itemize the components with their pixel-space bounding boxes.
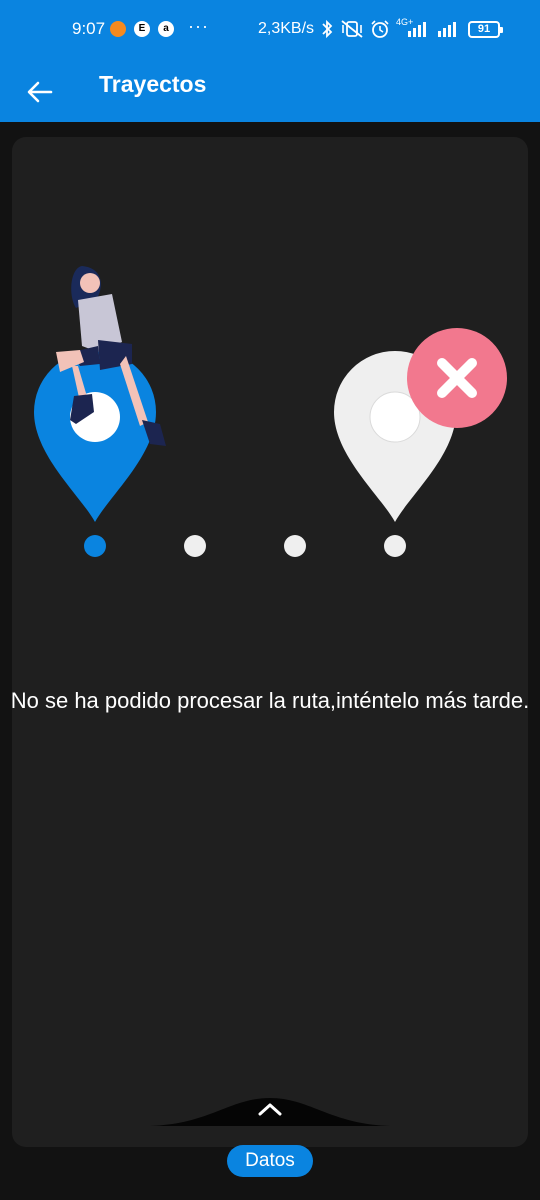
progress-dot <box>384 535 406 557</box>
progress-dot <box>184 535 206 557</box>
bottom-sheet-handle[interactable] <box>150 1094 390 1128</box>
error-message: No se ha podido procesar la ruta,inténte… <box>10 688 530 713</box>
route-error-illustration <box>34 266 507 557</box>
error-badge-icon <box>407 328 507 428</box>
datos-button[interactable]: Datos <box>227 1145 313 1177</box>
start-pin-icon <box>34 351 156 522</box>
progress-dot <box>84 535 106 557</box>
progress-dot <box>284 535 306 557</box>
